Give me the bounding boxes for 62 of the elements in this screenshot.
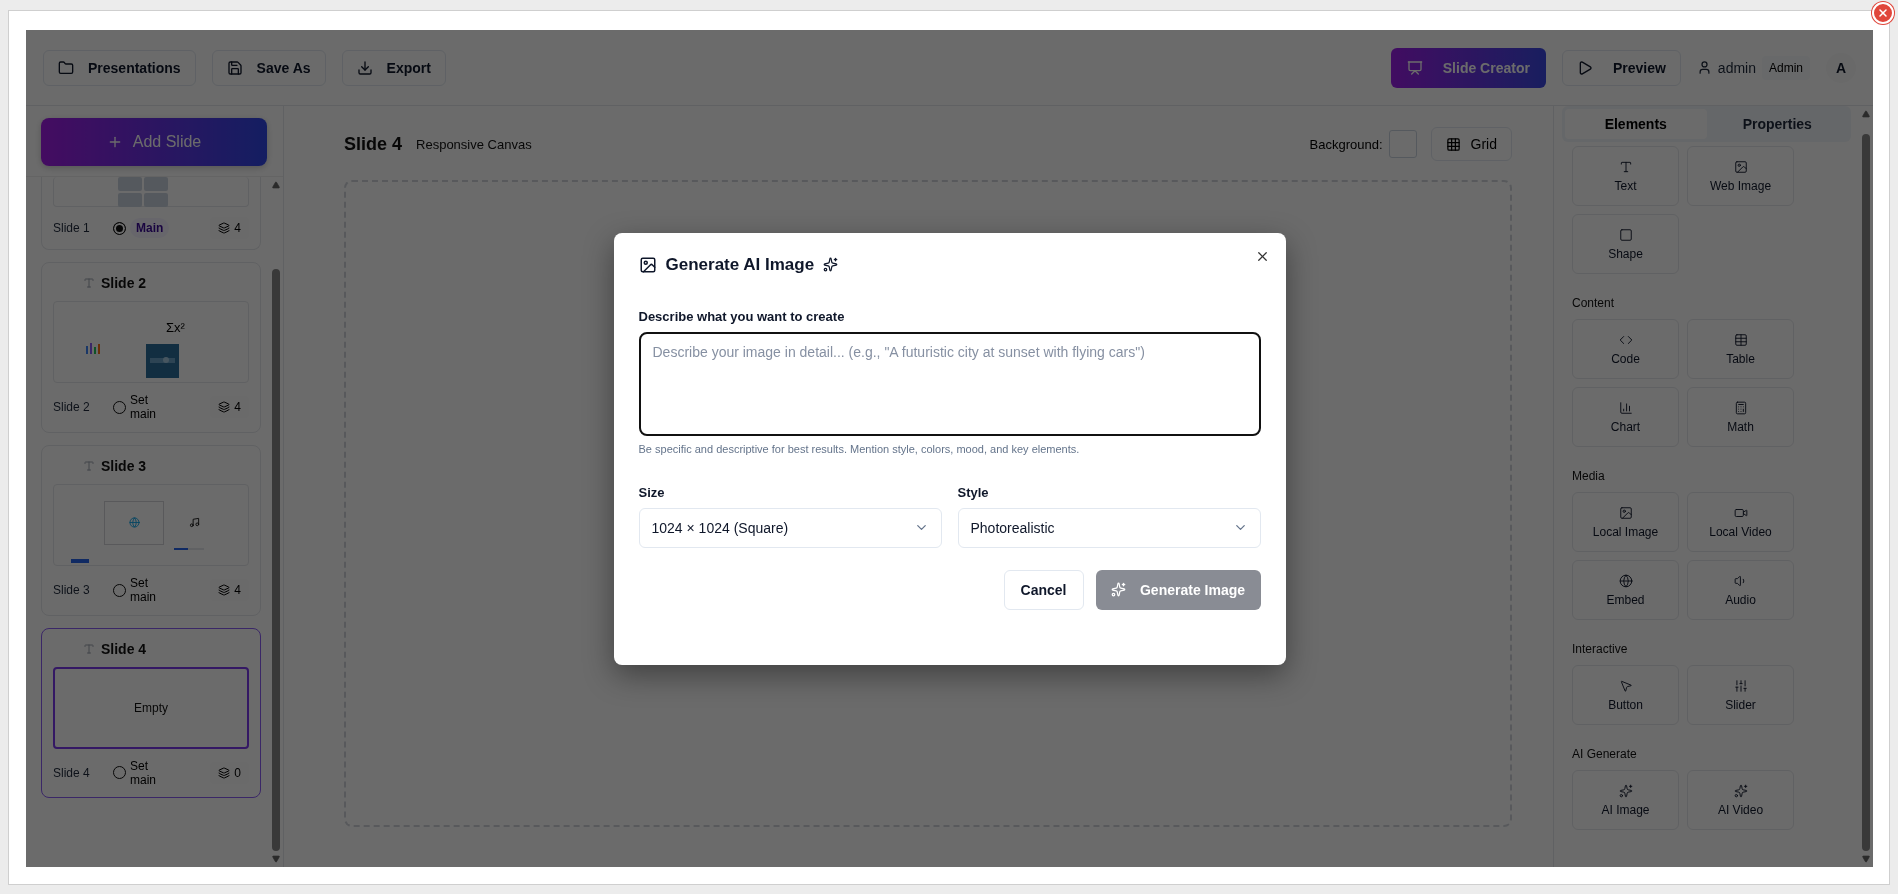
dialog-title: Generate AI Image — [665, 254, 815, 275]
element-tile[interactable]: AI Video — [1687, 770, 1794, 830]
toolbar-button[interactable]: Save As — [211, 49, 326, 86]
size-select[interactable]: 1024 × 1024 (Square) — [638, 507, 942, 548]
slide-card[interactable]: Slide 3 Slide 3 Set main 4 — [41, 444, 261, 616]
grid-button[interactable]: Grid — [1430, 127, 1512, 161]
panel-tab[interactable]: Elements — [1565, 109, 1707, 139]
slide-creator-button[interactable]: Slide Creator — [1390, 47, 1546, 88]
style-select[interactable]: Photorealistic — [957, 507, 1261, 548]
slide-title: Slide 2 — [101, 275, 147, 291]
slide-title: Slide 4 — [101, 640, 147, 657]
set-main-label: Set main — [130, 393, 157, 422]
hint-text: Be specific and descriptive for best results. Mention style, colors, mood, and key elements. — [638, 442, 1081, 455]
toolbar-button[interactable]: Export — [341, 49, 446, 86]
layer-count-text: 0 — [234, 765, 241, 780]
section-heading: Interactive — [1572, 642, 1629, 656]
slide-title: Slide 3 — [101, 457, 147, 474]
element-tile[interactable]: Embed — [1572, 560, 1679, 620]
element-tile[interactable]: Shape — [1572, 214, 1679, 274]
slide-label: Slide 4 — [53, 765, 91, 780]
element-tile[interactable]: Math — [1687, 387, 1794, 447]
preview-button[interactable]: Preview — [1561, 49, 1681, 86]
layer-count-text: 4 — [234, 221, 241, 235]
cancel-button[interactable]: Cancel — [1003, 569, 1084, 610]
element-tile[interactable]: Local Image — [1572, 492, 1679, 552]
slide-label: Slide 3 — [53, 583, 91, 598]
canvas-subtitle: Responsive Canvas — [416, 136, 532, 152]
field-label: Style — [957, 484, 990, 500]
element-tile[interactable]: Text — [1572, 146, 1679, 206]
add-slide-button[interactable]: Add Slide — [41, 118, 267, 166]
element-tile[interactable]: Chart — [1572, 387, 1679, 447]
slide-label: Slide 1 — [53, 221, 91, 235]
layer-count-text: 4 — [234, 583, 241, 598]
element-tile[interactable]: Table — [1687, 319, 1794, 379]
section-heading: Content — [1572, 296, 1616, 310]
panel-tab[interactable]: Properties — [1706, 109, 1848, 139]
set-main-label: Set main — [130, 758, 157, 788]
field-label: Describe what you want to create — [638, 308, 846, 324]
element-tile[interactable]: Local Video — [1687, 492, 1794, 552]
element-tile[interactable]: Code — [1572, 319, 1679, 379]
element-tile[interactable]: Audio — [1687, 560, 1794, 620]
prompt-field[interactable]: Describe your image in detail... (e.g., "A futuristic city at sunset with flying cars") — [638, 331, 1261, 436]
slide-card[interactable]: Slide 2 Σx² Slide 2 Set main 4 — [41, 262, 261, 433]
formula-text: Σx² — [166, 320, 185, 335]
element-tile[interactable]: Button — [1572, 665, 1679, 725]
element-tile[interactable]: AI Image — [1572, 770, 1679, 830]
main-tag: Main — [130, 218, 170, 238]
element-tile[interactable]: Web Image — [1687, 146, 1794, 206]
layer-count-text: 4 — [234, 400, 241, 415]
user-name: admin — [1717, 59, 1756, 76]
section-heading: AI Generate — [1572, 747, 1638, 761]
empty-label: Empty — [134, 700, 168, 715]
element-tile[interactable]: Slider — [1687, 665, 1794, 725]
slide-label: Slide 2 — [53, 400, 91, 415]
background-label: Background: — [1309, 136, 1383, 152]
section-heading: Media — [1572, 469, 1606, 483]
field-label: Size — [638, 484, 666, 500]
set-main-label: Set main — [130, 575, 157, 605]
slide-card[interactable]: Slide 4 Empty Slide 4 Set main 0 — [41, 627, 261, 799]
toolbar-button[interactable]: Presentations — [43, 49, 196, 86]
slide-card[interactable]: Slide 1 Main 4 — [41, 177, 261, 250]
canvas-title: Slide 4 — [344, 133, 403, 155]
